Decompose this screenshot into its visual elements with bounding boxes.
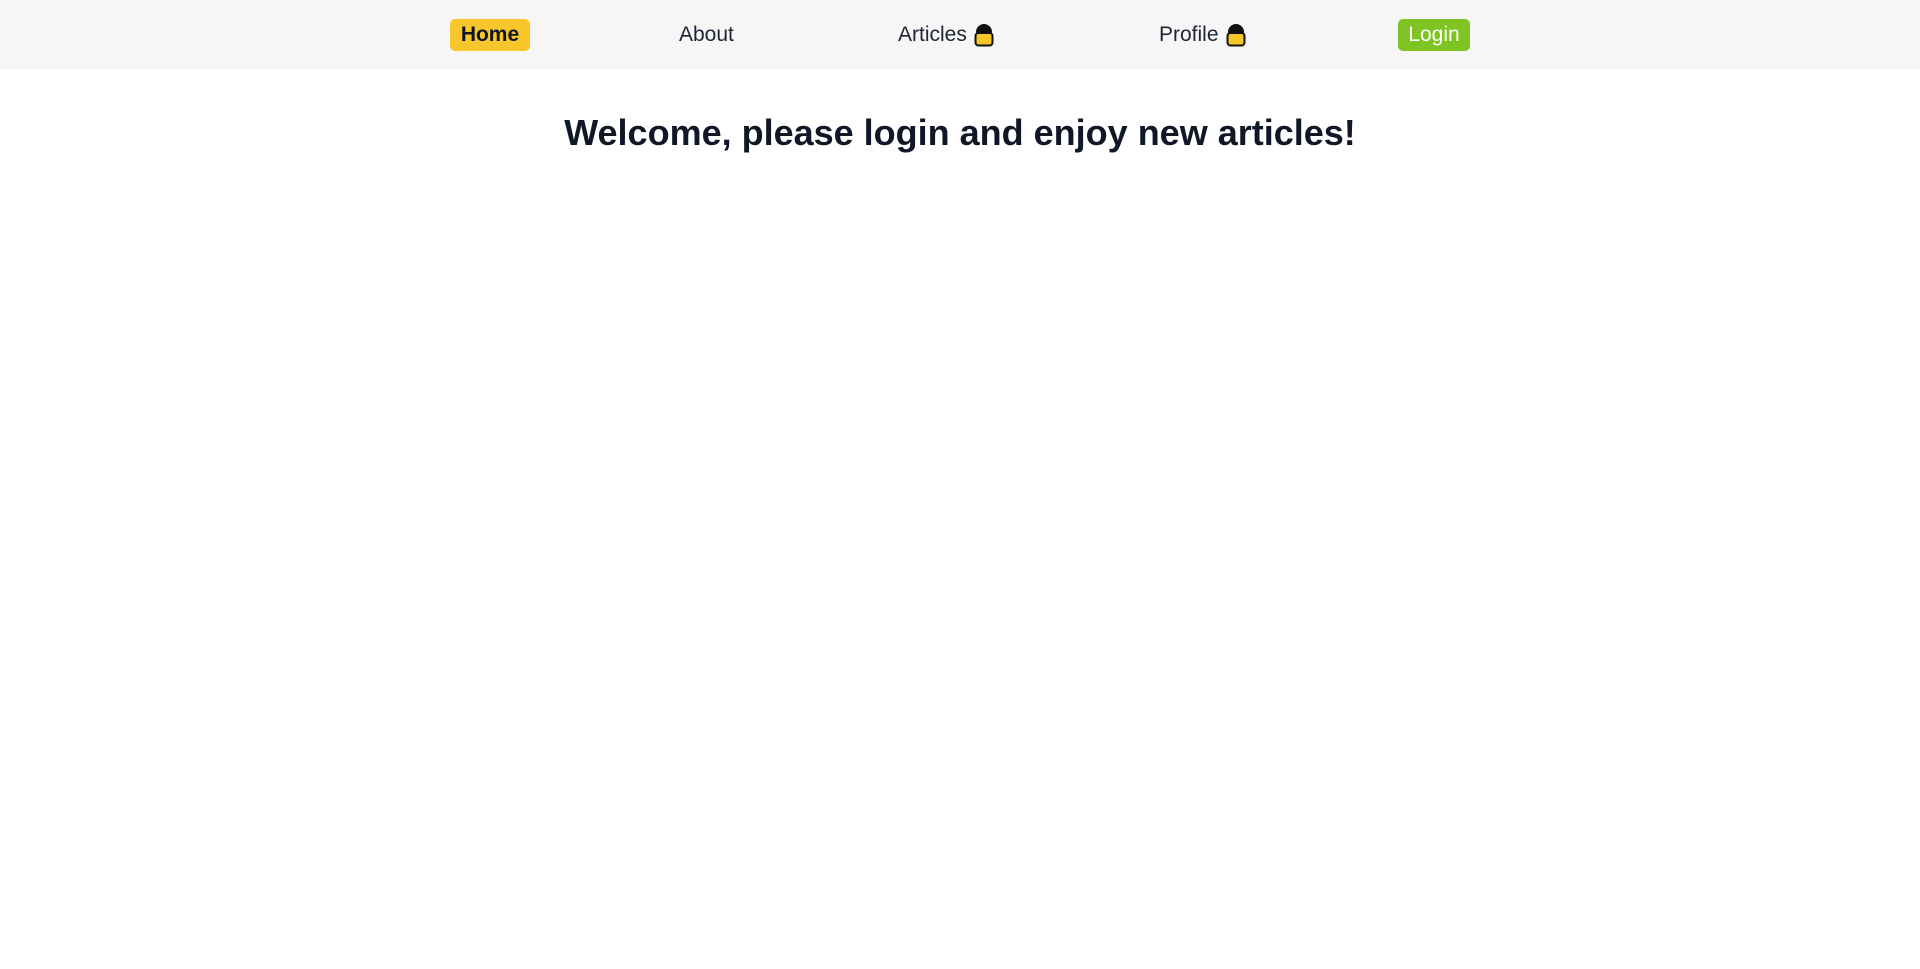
nav-home-link[interactable]: Home xyxy=(450,19,530,51)
lock-icon xyxy=(1226,23,1246,47)
login-button[interactable]: Login xyxy=(1398,19,1470,51)
nav-home-label: Home xyxy=(460,23,520,46)
page-title: Welcome, please login and enjoy new arti… xyxy=(564,112,1356,153)
nav-articles-label: Articles xyxy=(898,23,967,46)
nav-articles-link[interactable]: Articles xyxy=(898,19,994,51)
nav-profile-link[interactable]: Profile xyxy=(1159,19,1246,51)
nav-about-link[interactable]: About xyxy=(679,19,734,51)
login-button-label: Login xyxy=(1408,23,1460,46)
lock-icon xyxy=(974,23,994,47)
navbar: Home About Articles Profile Login xyxy=(0,0,1920,70)
nav-about-label: About xyxy=(679,23,734,46)
nav-profile-label: Profile xyxy=(1159,23,1219,46)
